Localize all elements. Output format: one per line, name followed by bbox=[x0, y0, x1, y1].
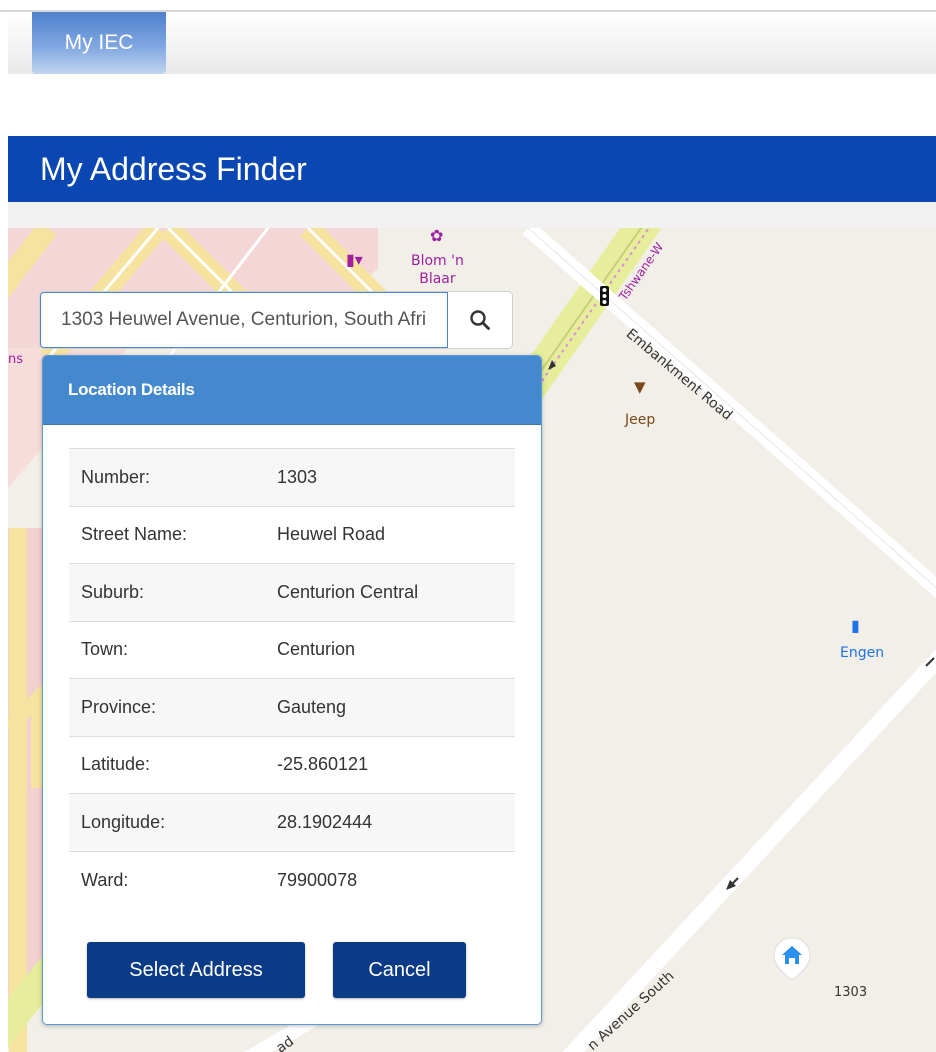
table-row: Street Name: Heuwel Road bbox=[69, 505, 515, 564]
row-value: 1303 bbox=[277, 448, 515, 506]
cancel-button[interactable]: Cancel bbox=[333, 942, 466, 998]
table-row: Latitude: -25.860121 bbox=[69, 735, 515, 794]
search-button[interactable] bbox=[448, 292, 512, 348]
row-value: 28.1902444 bbox=[277, 793, 515, 851]
location-details-table: Number: 1303 Street Name: Heuwel Road Su… bbox=[69, 448, 515, 909]
wine-bar-icon: ▮▾ bbox=[346, 250, 363, 269]
row-label: Latitude: bbox=[69, 735, 277, 794]
table-row: Number: 1303 bbox=[69, 448, 515, 506]
select-address-button[interactable]: Select Address bbox=[87, 942, 305, 998]
row-label: Suburb: bbox=[69, 563, 277, 621]
panel-title: Location Details bbox=[43, 356, 541, 425]
row-label: Ward: bbox=[69, 850, 277, 909]
address-search-input[interactable] bbox=[40, 292, 448, 348]
top-navbar: My IEC bbox=[8, 12, 936, 74]
table-row: Town: Centurion bbox=[69, 620, 515, 679]
poi-jeep: Jeep bbox=[625, 412, 656, 428]
row-label: Town: bbox=[69, 620, 277, 679]
row-label: Street Name: bbox=[69, 505, 277, 564]
car-dealer-icon: ▼ bbox=[634, 378, 646, 396]
table-row: Suburb: Centurion Central bbox=[69, 563, 515, 621]
table-row: Longitude: 28.1902444 bbox=[69, 793, 515, 851]
table-row: Province: Gauteng bbox=[69, 678, 515, 736]
sub-strip bbox=[8, 202, 936, 228]
my-iec-button[interactable]: My IEC bbox=[32, 12, 166, 74]
address-search-bar bbox=[40, 292, 512, 348]
table-row: Ward: 79900078 bbox=[69, 850, 515, 909]
row-label: Province: bbox=[69, 678, 277, 736]
row-value: Centurion Central bbox=[277, 563, 515, 621]
poi-engen: Engen bbox=[840, 645, 885, 661]
row-value: Heuwel Road bbox=[277, 505, 515, 564]
search-icon bbox=[470, 310, 490, 330]
row-value: Centurion bbox=[277, 620, 515, 679]
marker-label: 1303 bbox=[834, 985, 868, 1000]
location-details-panel: Location Details Number: 1303 Street Nam… bbox=[42, 355, 542, 1025]
location-marker-icon[interactable] bbox=[772, 936, 812, 982]
row-value: 79900078 bbox=[277, 850, 515, 909]
poi-blom-n-blaar: Blom 'n Blaar bbox=[411, 253, 464, 287]
poi-partial-label: ns bbox=[8, 352, 24, 367]
page-title-bar: My Address Finder bbox=[8, 136, 936, 202]
row-value: Gauteng bbox=[277, 678, 515, 736]
page-title: My Address Finder bbox=[40, 151, 307, 187]
row-label: Longitude: bbox=[69, 793, 277, 851]
flower-shop-icon: ✿ bbox=[430, 228, 444, 245]
fuel-station-icon: ▮ bbox=[851, 616, 860, 635]
row-value: -25.860121 bbox=[277, 735, 515, 794]
row-label: Number: bbox=[69, 448, 277, 506]
